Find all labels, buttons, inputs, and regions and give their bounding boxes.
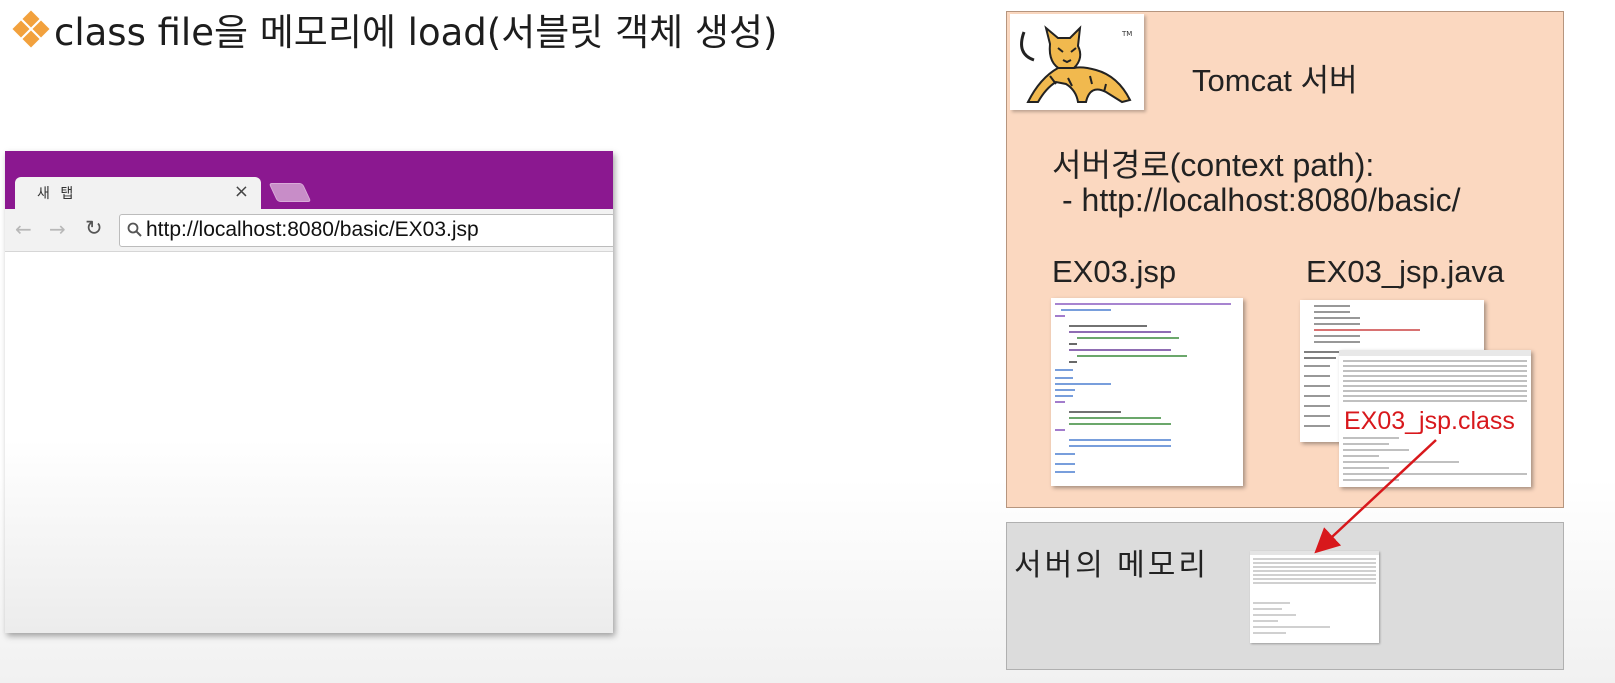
- browser-toolbar: ← → ↻ http://localhost:8080/basic/EX03.j…: [5, 209, 613, 252]
- back-arrow-icon[interactable]: ←: [15, 217, 32, 241]
- address-bar[interactable]: http://localhost:8080/basic/EX03.jsp: [119, 214, 613, 247]
- browser-window: 새 탭 × ← → ↻ http://localhost:8080/basic/…: [5, 151, 613, 633]
- jsp-file-label: EX03.jsp: [1052, 254, 1177, 289]
- diamond-bullet-icon: [12, 10, 50, 48]
- class-file-label: EX03_jsp.class: [1344, 407, 1515, 436]
- java-file-label: EX03_jsp.java: [1306, 254, 1505, 289]
- tab-label: 새 탭: [37, 186, 77, 202]
- jsp-source-thumbnail: [1051, 298, 1243, 486]
- context-path-label: 서버경로(context path):: [1052, 147, 1375, 183]
- browser-tab[interactable]: 새 탭 ×: [15, 177, 261, 211]
- slide-title-text: class file을 메모리에 load(서블릿 객체 생성): [54, 11, 778, 54]
- context-path-value: - http://localhost:8080/basic/: [1062, 182, 1461, 218]
- close-icon[interactable]: ×: [234, 181, 249, 202]
- tomcat-logo: TM: [1010, 14, 1144, 110]
- search-icon: [127, 222, 142, 237]
- svg-text:TM: TM: [1121, 30, 1132, 38]
- forward-arrow-icon[interactable]: →: [49, 217, 66, 241]
- loaded-class-thumbnail: [1250, 551, 1379, 643]
- reload-icon[interactable]: ↻: [85, 216, 103, 240]
- server-title: Tomcat 서버: [1192, 63, 1358, 98]
- memory-label: 서버의 메모리: [1014, 549, 1209, 582]
- slide-title: class file을 메모리에 load(서블릿 객체 생성): [12, 4, 777, 54]
- address-url[interactable]: http://localhost:8080/basic/EX03.jsp: [146, 218, 479, 242]
